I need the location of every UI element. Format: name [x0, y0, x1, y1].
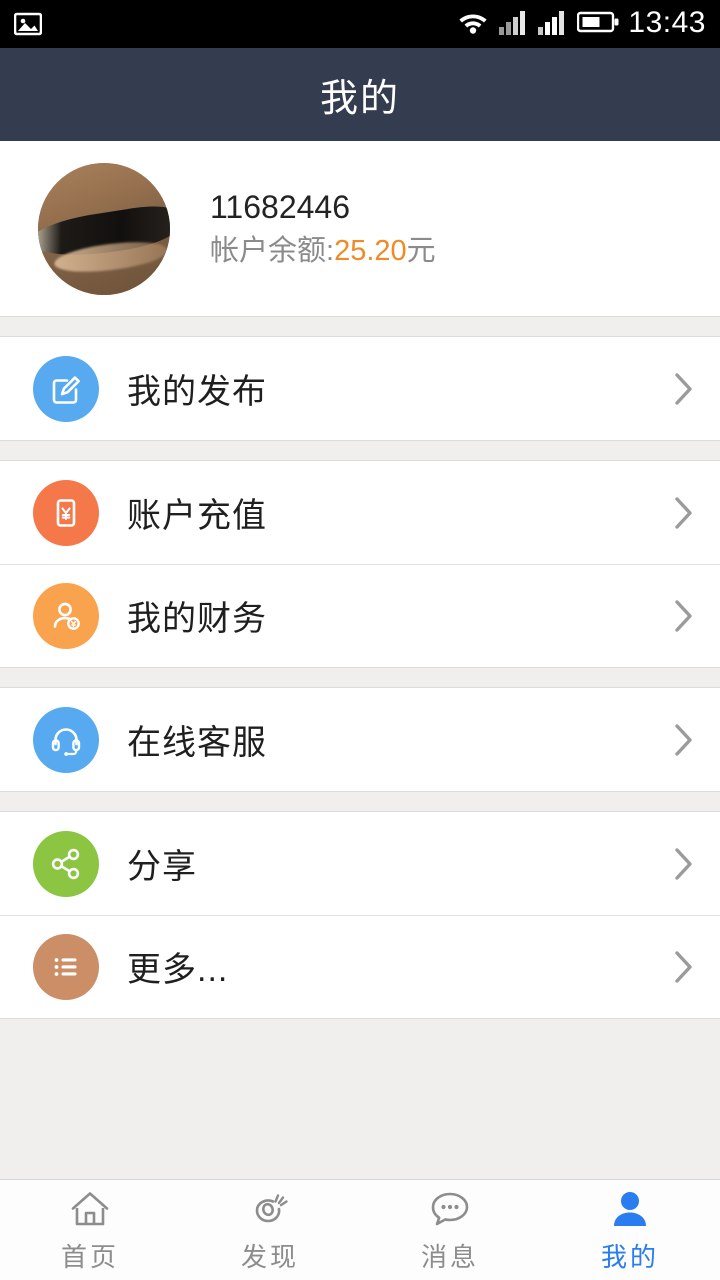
- menu-item-label: 分享: [127, 848, 197, 886]
- group-separator: [0, 440, 720, 461]
- tab-messages[interactable]: 消息: [360, 1180, 540, 1280]
- menu-item-label: 我的财务: [127, 600, 267, 638]
- group-separator: [0, 791, 720, 812]
- signal-icon-1: [499, 9, 529, 40]
- avatar[interactable]: [38, 162, 170, 295]
- eye-discover-icon: [247, 1187, 293, 1231]
- balance-amount: 25.20: [334, 235, 407, 267]
- headset-icon: [33, 706, 99, 773]
- group-separator: [0, 316, 720, 337]
- menu-group-1: 我的发布: [0, 337, 720, 440]
- chevron-right-icon: [672, 947, 696, 987]
- person-icon: [608, 1187, 652, 1231]
- bottom-navigation: 首页 发现 消息 我的: [0, 1179, 720, 1280]
- list-lines-icon: [33, 933, 99, 1000]
- tab-mine[interactable]: 我的: [540, 1180, 720, 1280]
- share-nodes-icon: [33, 830, 99, 897]
- signal-icon-2: [538, 9, 568, 40]
- menu-item-online-service[interactable]: 在线客服: [0, 688, 720, 791]
- edit-document-icon: [33, 355, 99, 422]
- chevron-right-icon: [672, 493, 696, 533]
- tab-label: 我的: [600, 1241, 659, 1272]
- menu-group-3: 在线客服: [0, 688, 720, 791]
- chevron-right-icon: [672, 720, 696, 760]
- battery-icon: [577, 10, 619, 39]
- balance-unit: 元: [406, 235, 436, 267]
- status-bar: 13:43: [0, 0, 720, 48]
- menu-group-2: 账户充值 我的财务: [0, 461, 720, 667]
- tab-label: 首页: [60, 1241, 119, 1272]
- menu-item-label: 在线客服: [127, 724, 267, 762]
- menu-item-share[interactable]: 分享: [0, 812, 720, 915]
- menu-item-more[interactable]: 更多...: [0, 915, 720, 1018]
- profile-card[interactable]: 11682446 帐户余额: 25.20 元: [0, 141, 720, 316]
- menu-item-account-recharge[interactable]: 账户充值: [0, 461, 720, 564]
- tab-discover[interactable]: 发现: [180, 1180, 360, 1280]
- app-screen: 13:43 我的 11682446 帐户余额: 25.20 元 我的发布 账户充…: [0, 0, 720, 1280]
- tab-label: 发现: [240, 1241, 299, 1272]
- status-bar-right: 13:43: [456, 8, 706, 40]
- page-header: 我的: [0, 48, 720, 141]
- menu-item-label: 账户充值: [127, 497, 267, 535]
- username: 11682446: [210, 189, 350, 225]
- status-time: 13:43: [628, 6, 706, 39]
- status-bar-left: [14, 12, 42, 36]
- menu-item-label: 我的发布: [127, 373, 267, 411]
- wifi-icon: [456, 9, 490, 40]
- empty-area: [0, 1018, 720, 1179]
- tab-label: 消息: [420, 1241, 479, 1272]
- photo-icon: [14, 12, 42, 36]
- tab-home[interactable]: 首页: [0, 1180, 180, 1280]
- chevron-right-icon: [672, 369, 696, 409]
- balance-label: 帐户余额:: [210, 235, 335, 267]
- menu-item-my-posts[interactable]: 我的发布: [0, 337, 720, 440]
- menu-item-my-finance[interactable]: 我的财务: [0, 564, 720, 667]
- page-title: 我的: [319, 78, 400, 120]
- chevron-right-icon: [672, 844, 696, 884]
- home-icon: [68, 1187, 112, 1231]
- yuan-note-icon: [33, 479, 99, 546]
- group-separator: [0, 667, 720, 688]
- chat-bubble-icon: [427, 1187, 473, 1231]
- chevron-right-icon: [672, 596, 696, 636]
- user-coin-icon: [33, 582, 99, 649]
- menu-item-label: 更多...: [127, 951, 229, 989]
- account-balance: 帐户余额: 25.20 元: [210, 237, 436, 266]
- profile-text: 11682446 帐户余额: 25.20 元: [210, 191, 436, 266]
- menu-group-4: 分享 更多...: [0, 812, 720, 1018]
